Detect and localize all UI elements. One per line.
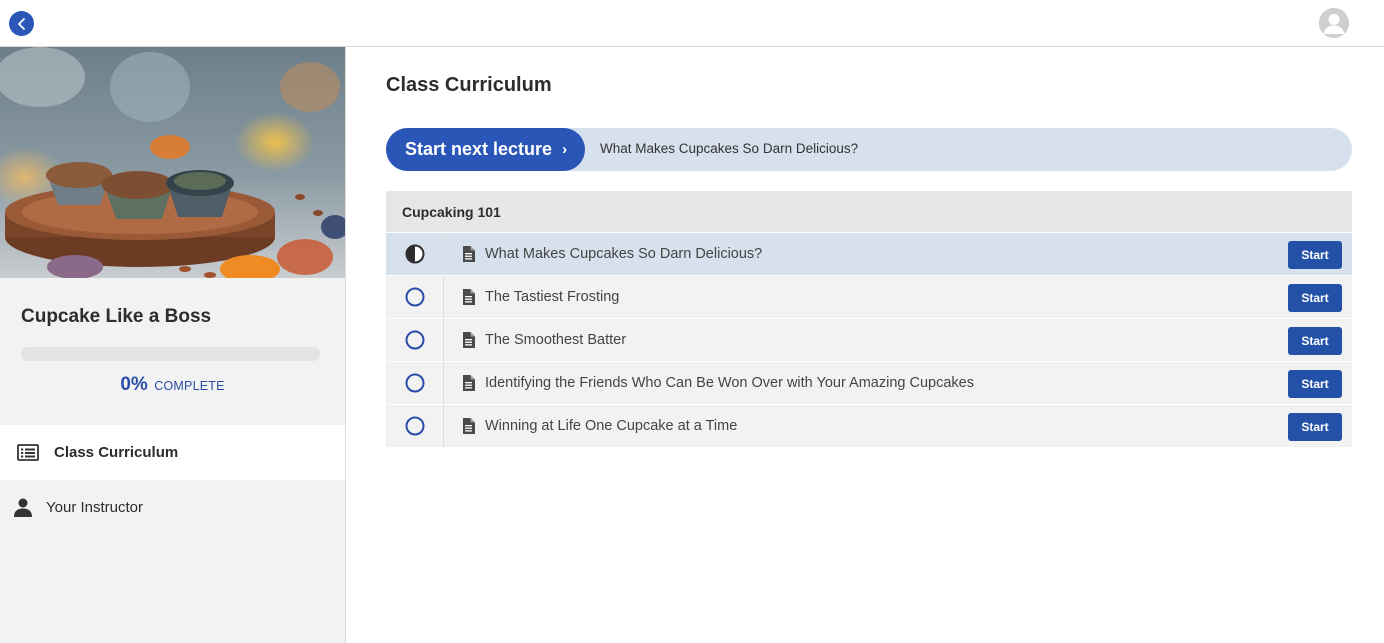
user-avatar-icon xyxy=(1319,8,1349,38)
start-lecture-button[interactable]: Start xyxy=(1288,327,1342,355)
lecture-status xyxy=(386,276,444,318)
document-icon xyxy=(462,332,475,348)
start-next-lecture-button[interactable]: Start next lecture › xyxy=(386,128,585,171)
lecture-status xyxy=(386,319,444,361)
progress-percent: 0% xyxy=(120,374,148,395)
half-circle-icon xyxy=(405,244,424,264)
sidebar-item-label: Class Curriculum xyxy=(54,444,179,461)
sidebar-item-class-curriculum[interactable]: Class Curriculum xyxy=(0,425,345,480)
start-lecture-button[interactable]: Start xyxy=(1288,284,1342,312)
empty-circle-icon xyxy=(405,373,424,393)
sidebar-item-your-instructor[interactable]: Your Instructor xyxy=(0,480,345,535)
chevron-left-icon xyxy=(17,17,25,30)
next-lecture-title: What Makes Cupcakes So Darn Delicious? xyxy=(600,141,859,156)
user-avatar[interactable] xyxy=(1319,8,1349,38)
back-button[interactable] xyxy=(9,11,34,36)
lecture-row[interactable]: What Makes Cupcakes So Darn Delicious? St… xyxy=(386,232,1352,275)
person-icon xyxy=(14,498,32,517)
lecture-title: The Tastiest Frosting xyxy=(485,289,620,305)
list-icon xyxy=(17,444,39,461)
next-lecture-bar: Start next lecture › What Makes Cupcakes… xyxy=(386,128,1352,171)
start-lecture-button[interactable]: Start xyxy=(1288,413,1342,441)
empty-circle-icon xyxy=(405,287,424,307)
course-progress-text: 0% COMPLETE xyxy=(0,374,345,396)
curriculum-section: Cupcaking 101 What Makes Cupcakes So Dar… xyxy=(386,191,1352,447)
lecture-status xyxy=(386,362,444,404)
chevron-right-icon: › xyxy=(562,141,568,158)
course-title: Cupcake Like a Boss xyxy=(21,306,212,327)
page-title: Class Curriculum xyxy=(386,74,552,96)
document-icon xyxy=(462,289,475,305)
course-cover-image xyxy=(0,47,345,278)
lecture-title: Identifying the Friends Who Can Be Won O… xyxy=(485,375,974,391)
lecture-status xyxy=(386,233,444,275)
document-icon xyxy=(462,418,475,434)
lecture-row[interactable]: The Tastiest Frosting Start xyxy=(386,275,1352,318)
top-bar xyxy=(0,0,1384,47)
start-lecture-button[interactable]: Start xyxy=(1288,370,1342,398)
lecture-row[interactable]: The Smoothest Batter Start xyxy=(386,318,1352,361)
progress-label: COMPLETE xyxy=(154,379,225,393)
lecture-row[interactable]: Identifying the Friends Who Can Be Won O… xyxy=(386,361,1352,404)
lecture-title: The Smoothest Batter xyxy=(485,332,627,348)
empty-circle-icon xyxy=(405,330,424,350)
course-progress-bar xyxy=(21,347,320,361)
lecture-list: What Makes Cupcakes So Darn Delicious? St… xyxy=(386,232,1352,447)
start-next-lecture-label: Start next lecture xyxy=(405,139,553,159)
start-lecture-button[interactable]: Start xyxy=(1288,241,1342,269)
document-icon xyxy=(462,246,475,262)
sidebar-item-label: Your Instructor xyxy=(46,499,143,516)
lecture-status xyxy=(386,405,444,447)
empty-circle-icon xyxy=(405,416,424,436)
sidebar: Cupcake Like a Boss 0% COMPLETE Class Cu… xyxy=(0,47,346,643)
lecture-title: What Makes Cupcakes So Darn Delicious? xyxy=(485,246,763,262)
lecture-row[interactable]: Winning at Life One Cupcake at a Time Sta… xyxy=(386,404,1352,447)
lecture-title: Winning at Life One Cupcake at a Time xyxy=(485,418,738,434)
section-title: Cupcaking 101 xyxy=(386,191,1352,232)
document-icon xyxy=(462,375,475,391)
